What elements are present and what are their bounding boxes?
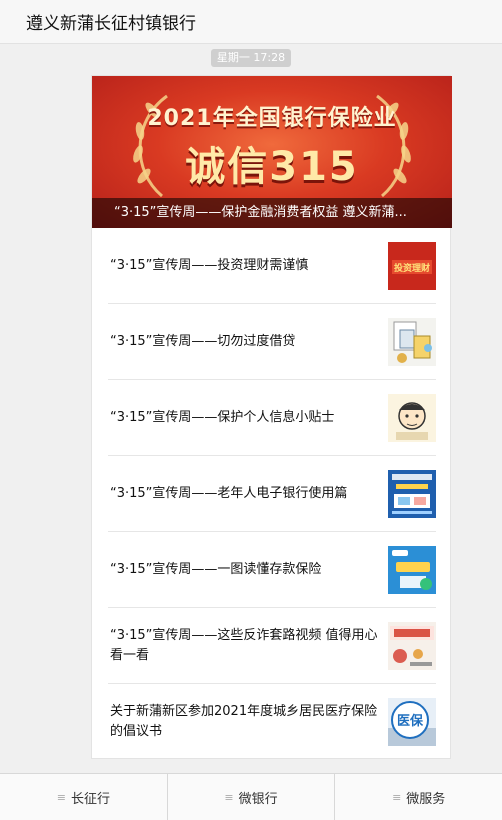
tab-micro-bank[interactable]: ≡ 微银行 bbox=[168, 774, 336, 820]
chat-header: 遵义新蒲长征村镇银行 bbox=[0, 0, 502, 44]
page-title: 遵义新蒲长征村镇银行 bbox=[26, 14, 196, 34]
hero-article[interactable]: 2021年全国银行保险业 诚信315 “3·15”宣传周——保护金融消费者权益 … bbox=[92, 76, 452, 228]
menu-icon: ≡ bbox=[56, 790, 66, 804]
investment-caution-thumb: 投资理财 bbox=[388, 242, 436, 290]
menu-icon: ≡ bbox=[224, 790, 234, 804]
tab-label: 长征行 bbox=[70, 791, 110, 807]
personal-info-thumb bbox=[388, 394, 436, 442]
article-title: “3·15”宣传周——这些反诈套路视频 值得用心看一看 bbox=[110, 628, 378, 663]
article-list: “3·15”宣传周——投资理财需谨慎 投资理财 “3·15”宣传周——切勿过度借… bbox=[108, 228, 436, 760]
article-title: “3·15”宣传周——投资理财需谨慎 bbox=[110, 258, 309, 273]
thumb-text: 医保 bbox=[397, 713, 424, 729]
tab-label: 微银行 bbox=[238, 791, 278, 807]
article-title: “3·15”宣传周——切勿过度借贷 bbox=[110, 334, 296, 349]
hero-image-main-text: 诚信315 bbox=[185, 144, 359, 190]
excessive-loan-thumb bbox=[388, 318, 436, 366]
hero-image-year-text: 2021年全国银行保险业 bbox=[147, 106, 397, 131]
article-item-elderly-ebanking[interactable]: “3·15”宣传周——老年人电子银行使用篇 bbox=[108, 456, 436, 532]
menu-icon: ≡ bbox=[392, 790, 402, 804]
article-title: “3·15”宣传周——一图读懂存款保险 bbox=[110, 562, 322, 577]
bottom-tab-bar: ≡ 长征行 ≡ 微银行 ≡ 微服务 bbox=[0, 773, 502, 820]
article-item-deposit-insurance[interactable]: “3·15”宣传周——一图读懂存款保险 bbox=[108, 532, 436, 608]
article-title: “3·15”宣传周——老年人电子银行使用篇 bbox=[110, 486, 348, 501]
article-card: 2021年全国银行保险业 诚信315 “3·15”宣传周——保护金融消费者权益 … bbox=[91, 75, 452, 760]
article-item-anti-fraud[interactable]: “3·15”宣传周——这些反诈套路视频 值得用心看一看 bbox=[108, 608, 436, 684]
anti-fraud-video-thumb bbox=[388, 622, 436, 670]
tab-changzheng[interactable]: ≡ 长征行 bbox=[0, 774, 168, 820]
article-item-medical-insurance[interactable]: 关于新蒲新区参加2021年度城乡居民医疗保险的倡议书 医保 bbox=[108, 684, 436, 760]
message-time-row: 星期一 17:28 bbox=[0, 46, 502, 67]
medical-insurance-thumb: 医保 bbox=[388, 698, 436, 746]
message-timestamp: 星期一 17:28 bbox=[210, 49, 292, 67]
article-title: “3·15”宣传周——保护个人信息小贴士 bbox=[110, 410, 335, 425]
elderly-ebanking-thumb bbox=[388, 470, 436, 518]
article-item-investment[interactable]: “3·15”宣传周——投资理财需谨慎 投资理财 bbox=[108, 228, 436, 304]
tab-micro-service[interactable]: ≡ 微服务 bbox=[335, 774, 502, 820]
tab-label: 微服务 bbox=[406, 791, 446, 807]
article-item-loan[interactable]: “3·15”宣传周——切勿过度借贷 bbox=[108, 304, 436, 380]
article-item-personal-info[interactable]: “3·15”宣传周——保护个人信息小贴士 bbox=[108, 380, 436, 456]
deposit-insurance-thumb bbox=[388, 546, 436, 594]
thumb-text: 投资理财 bbox=[394, 262, 430, 274]
article-title: 关于新蒲新区参加2021年度城乡居民医疗保险的倡议书 bbox=[110, 704, 378, 739]
hero-caption: “3·15”宣传周——保护金融消费者权益 遵义新蒲... bbox=[92, 198, 452, 228]
